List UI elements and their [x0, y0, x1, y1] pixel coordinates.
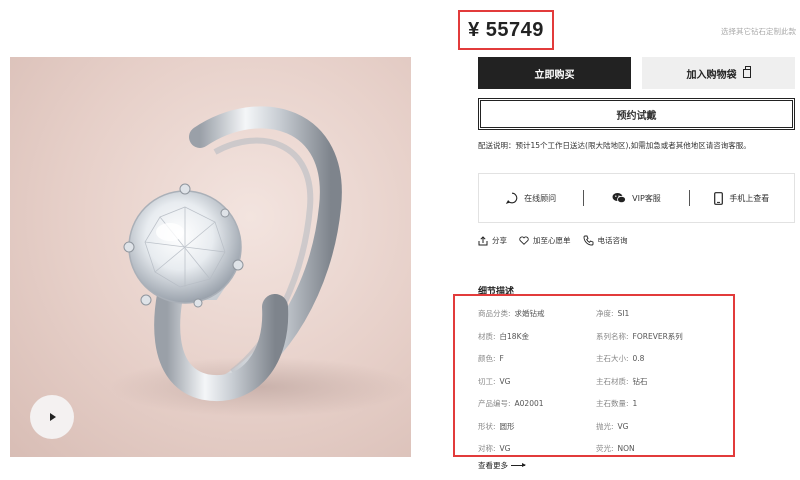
buy-now-button[interactable]: 立即购买	[478, 57, 631, 89]
customize-diamond-link[interactable]: 选择其它钻石定制此款	[721, 26, 796, 37]
spec-item: 对称: VG	[478, 443, 596, 454]
spec-item: 主石数量: 1	[596, 398, 718, 409]
video-play-button[interactable]	[30, 395, 74, 439]
view-on-mobile-button[interactable]: 手机上查看	[690, 191, 794, 205]
spec-item: 抛光: VG	[596, 421, 718, 432]
online-advisor-label: 在线顾问	[524, 193, 557, 203]
phone-consult-label: 电话咨询	[597, 236, 628, 245]
spec-key: 净度:	[596, 309, 614, 318]
spec-value: A02001	[514, 399, 544, 408]
spec-key: 对称:	[478, 444, 496, 453]
spec-key: 系列名称:	[596, 331, 629, 341]
spec-value: 求婚钻戒	[514, 309, 545, 318]
reserve-try-on-label: 预约试戴	[616, 110, 657, 122]
spec-value: 0.8	[632, 354, 645, 363]
diamond-ring-illustration	[110, 106, 410, 417]
share-button[interactable]: 分享	[478, 235, 507, 246]
spec-item: 净度: SI1	[596, 308, 718, 319]
spec-key: 切工:	[478, 376, 496, 386]
shopping-bag-icon	[742, 65, 751, 78]
chat-bubble-icon	[506, 192, 518, 204]
spec-value: VG	[499, 376, 511, 386]
wechat-icon	[612, 193, 627, 204]
shipping-note: 配送说明：预计15个工作日送达(限大陆地区),如需加急或者其他地区请咨询客服。	[478, 141, 751, 150]
online-advisor-button[interactable]: 在线顾问	[479, 192, 583, 204]
product-price: ¥ 55749	[468, 18, 544, 41]
spec-item: 切工: VG	[478, 376, 596, 387]
spec-key: 产品编号:	[478, 399, 511, 408]
spec-item: 系列名称: FOREVER系列	[596, 331, 718, 342]
play-icon	[50, 413, 56, 421]
spec-key: 材质:	[478, 331, 496, 341]
phone-consult-button[interactable]: 电话咨询	[583, 235, 628, 246]
spec-key: 抛光:	[596, 421, 614, 431]
add-to-wishlist-button[interactable]: 加至心愿单	[519, 235, 571, 246]
see-more-link[interactable]: 查看更多	[478, 460, 526, 471]
spec-value: VG	[499, 444, 511, 453]
share-icon	[478, 235, 488, 245]
spec-value: NON	[617, 444, 635, 453]
reserve-try-on-button[interactable]: 预约试戴	[478, 98, 795, 130]
see-more-label: 查看更多	[478, 461, 508, 470]
spec-item: 荧光: NON	[596, 443, 718, 454]
spec-key: 商品分类:	[478, 309, 511, 318]
spec-item: 材质: 白18K金	[478, 331, 596, 342]
view-on-mobile-label: 手机上查看	[729, 193, 770, 203]
spec-value: 钻石	[632, 376, 648, 386]
spec-key: 主石大小:	[596, 354, 629, 363]
spec-value: F	[499, 354, 504, 363]
share-label: 分享	[492, 236, 507, 245]
spec-key: 主石数量:	[596, 399, 629, 408]
add-to-wishlist-label: 加至心愿单	[533, 236, 571, 245]
spec-key: 荧光:	[596, 444, 614, 453]
vip-service-label: VIP客服	[632, 193, 661, 203]
spec-value: 1	[632, 399, 638, 408]
arrow-right-icon	[511, 463, 526, 467]
spec-item: 形状: 圆形	[478, 421, 596, 432]
spec-item: 商品分类: 求婚钻戒	[478, 308, 596, 319]
spec-item: 主石材质: 钻石	[596, 376, 718, 387]
phone-icon	[583, 235, 593, 246]
add-to-bag-button[interactable]: 加入购物袋	[642, 57, 795, 89]
customer-service-bar: 在线顾问 VIP客服 手机上查看	[478, 173, 795, 223]
add-to-bag-label: 加入购物袋	[686, 69, 737, 81]
spec-item: 产品编号: A02001	[478, 398, 596, 409]
spec-value: FOREVER系列	[632, 331, 683, 341]
product-image	[10, 57, 411, 457]
heart-icon	[519, 236, 529, 245]
mobile-phone-icon	[714, 191, 724, 205]
spec-value: VG	[617, 421, 629, 431]
spec-value: 圆形	[499, 421, 515, 431]
spec-key: 主石材质:	[596, 376, 629, 386]
spec-key: 形状:	[478, 421, 496, 431]
spec-item: 主石大小: 0.8	[596, 353, 718, 364]
spec-key: 颜色:	[478, 354, 496, 363]
price-highlight-box: ¥ 55749	[458, 10, 554, 50]
spec-value: 白18K金	[499, 331, 529, 341]
action-links: 分享 加至心愿单 电话咨询	[478, 235, 628, 246]
spec-value: SI1	[617, 309, 630, 318]
buy-now-label: 立即购买	[534, 69, 575, 81]
detail-specs-grid: 商品分类: 求婚钻戒 净度: SI1 材质: 白18K金 系列名称: FOREVER系列…	[478, 308, 718, 454]
vip-service-button[interactable]: VIP客服	[584, 192, 688, 204]
spec-item: 颜色: F	[478, 353, 596, 364]
